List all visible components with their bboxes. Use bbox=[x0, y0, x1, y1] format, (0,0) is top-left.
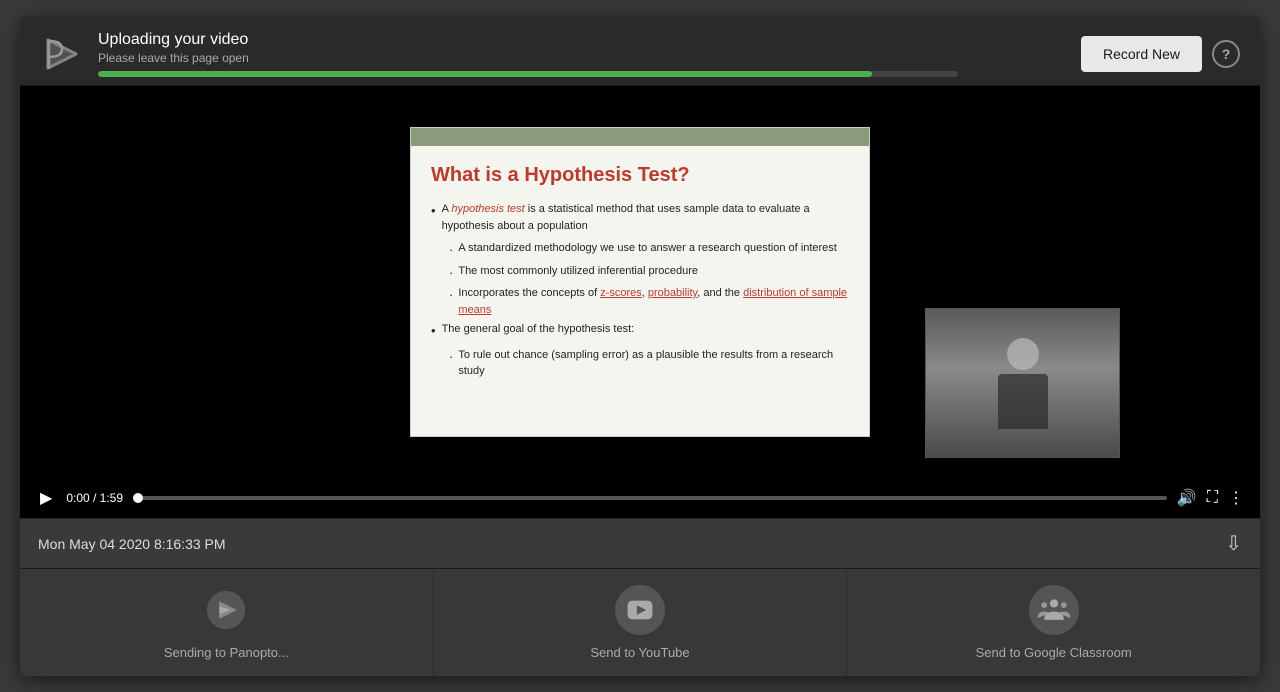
progress-track[interactable] bbox=[133, 496, 1167, 500]
slide-header-bar bbox=[411, 128, 869, 146]
record-new-button[interactable]: Record New bbox=[1081, 36, 1202, 72]
panopto-label: Sending to Panopto... bbox=[164, 645, 289, 660]
upload-subtitle: Please leave this page open bbox=[98, 51, 958, 65]
bullet-sub-4: To rule out chance (sampling error) as a… bbox=[449, 347, 849, 380]
video-controls: ▶ 0:00 / 1:59 🔊 ⛶ ⋮ bbox=[20, 478, 1260, 518]
volume-icon[interactable]: 🔊 bbox=[1177, 488, 1197, 508]
slide-title: What is a Hypothesis Test? bbox=[431, 164, 849, 187]
help-icon[interactable]: ? bbox=[1212, 40, 1240, 68]
slide-content: What is a Hypothesis Test? A hypothesis … bbox=[411, 146, 869, 397]
progress-dot bbox=[133, 493, 143, 503]
action-card-google-classroom[interactable]: Send to Google Classroom bbox=[847, 569, 1260, 676]
header-text: Uploading your video Please leave this p… bbox=[98, 31, 958, 77]
bottom-actions: Sending to Panopto... Send to YouTube bbox=[20, 568, 1260, 676]
fullscreen-icon[interactable]: ⛶ bbox=[1207, 489, 1218, 507]
more-options-icon[interactable]: ⋮ bbox=[1228, 488, 1244, 508]
bullet-main-2: The general goal of the hypothesis test: bbox=[431, 321, 849, 341]
play-button[interactable]: ▶ bbox=[36, 486, 56, 510]
timestamp: Mon May 04 2020 8:16:33 PM bbox=[38, 536, 226, 552]
time-display: 0:00 / 1:59 bbox=[66, 491, 123, 505]
link-zscores: z-scores bbox=[600, 287, 642, 299]
video-area: What is a Hypothesis Test? A hypothesis … bbox=[20, 86, 1260, 518]
panopto-logo bbox=[40, 32, 84, 76]
panopto-send-icon bbox=[201, 585, 251, 635]
info-bar: Mon May 04 2020 8:16:33 PM ⇩ bbox=[20, 518, 1260, 568]
webcam-person bbox=[926, 309, 1119, 457]
google-classroom-send-icon bbox=[1029, 585, 1079, 635]
italic-hypothesis: hypothesis test bbox=[451, 203, 524, 215]
download-button[interactable]: ⇩ bbox=[1225, 531, 1242, 556]
bullet-sub-1: A standardized methodology we use to ans… bbox=[449, 240, 849, 260]
person-body bbox=[998, 374, 1048, 429]
upload-title: Uploading your video bbox=[98, 31, 958, 49]
progress-bar-container bbox=[98, 71, 958, 77]
person-head bbox=[1007, 338, 1039, 370]
video-content: What is a Hypothesis Test? A hypothesis … bbox=[20, 86, 1260, 478]
slide-body: A hypothesis test is a statistical metho… bbox=[431, 201, 849, 380]
sub-text-1: A standardized methodology we use to ans… bbox=[458, 240, 837, 257]
slide-container: What is a Hypothesis Test? A hypothesis … bbox=[410, 127, 870, 437]
youtube-label: Send to YouTube bbox=[590, 645, 689, 660]
action-card-panopto[interactable]: Sending to Panopto... bbox=[20, 569, 434, 676]
sub-text-4: To rule out chance (sampling error) as a… bbox=[458, 347, 849, 380]
header: Uploading your video Please leave this p… bbox=[20, 16, 1260, 86]
bullet-sub-3: Incorporates the concepts of z-scores, p… bbox=[449, 285, 849, 318]
youtube-send-icon bbox=[615, 585, 665, 635]
sub-text-2: The most commonly utilized inferential p… bbox=[458, 263, 698, 280]
person-silhouette bbox=[998, 338, 1048, 429]
action-card-youtube[interactable]: Send to YouTube bbox=[434, 569, 848, 676]
bullet-sub-2: The most commonly utilized inferential p… bbox=[449, 263, 849, 283]
sub-text-3: Incorporates the concepts of z-scores, p… bbox=[458, 285, 849, 318]
google-classroom-label: Send to Google Classroom bbox=[976, 645, 1132, 660]
header-right: Record New ? bbox=[1081, 36, 1240, 72]
bullet-text-1: A hypothesis test is a statistical metho… bbox=[442, 201, 849, 234]
progress-bar-fill bbox=[98, 71, 872, 77]
header-left: Uploading your video Please leave this p… bbox=[40, 31, 958, 77]
webcam-overlay bbox=[925, 308, 1120, 458]
bullet-text-2: The general goal of the hypothesis test: bbox=[442, 321, 635, 338]
app-window: Uploading your video Please leave this p… bbox=[20, 16, 1260, 676]
link-probability: probability bbox=[648, 287, 697, 299]
bullet-main-1: A hypothesis test is a statistical metho… bbox=[431, 201, 849, 234]
